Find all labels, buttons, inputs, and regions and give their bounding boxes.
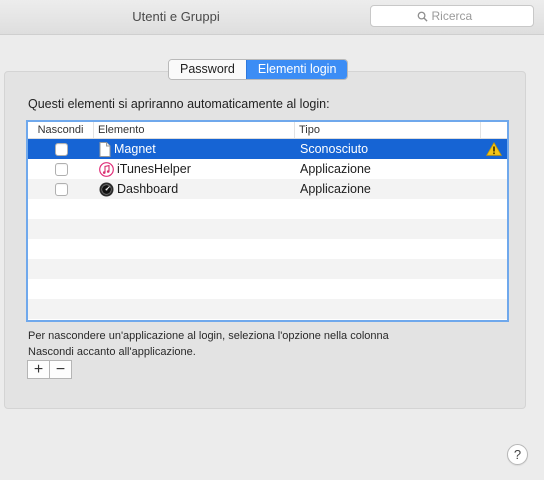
- item-type: Applicazione: [300, 182, 371, 196]
- empty-row: [28, 279, 507, 299]
- empty-row: [28, 199, 507, 219]
- add-remove-control: + −: [27, 360, 72, 379]
- item-name: Magnet: [114, 142, 156, 156]
- document-icon: [99, 141, 111, 157]
- segmented-tabs: Password Elementi login: [168, 59, 349, 80]
- column-header-hide[interactable]: Nascondi: [28, 122, 94, 138]
- help-text-line: Per nascondere un'applicazione al login,…: [28, 330, 389, 342]
- hide-checkbox[interactable]: [54, 142, 68, 156]
- search-field[interactable]: [370, 5, 534, 27]
- itunes-icon: [99, 161, 114, 177]
- table-row[interactable]: Dashboard Applicazione: [28, 179, 507, 199]
- column-header-item[interactable]: Elemento: [94, 122, 295, 138]
- search-icon: [417, 11, 428, 22]
- title-bar: Utenti e Gruppi: [0, 0, 544, 35]
- tab-login-items[interactable]: Elementi login: [245, 60, 348, 79]
- help-text: Per nascondere un'applicazione al login,…: [28, 328, 448, 360]
- tab-password[interactable]: Password: [169, 60, 246, 79]
- item-type: Sconosciuto: [300, 142, 369, 156]
- warning-icon[interactable]: [486, 142, 502, 156]
- dashboard-icon: [99, 182, 114, 196]
- hide-checkbox[interactable]: [54, 162, 68, 176]
- intro-text: Questi elementi si apriranno automaticam…: [28, 97, 330, 111]
- empty-row: [28, 219, 507, 239]
- help-button[interactable]: ?: [507, 444, 528, 465]
- item-name: Dashboard: [117, 182, 179, 196]
- hide-checkbox[interactable]: [54, 182, 68, 196]
- item-name: iTunesHelper: [117, 162, 191, 176]
- remove-button[interactable]: −: [49, 361, 71, 378]
- table-header: Nascondi Elemento Tipo: [28, 122, 507, 139]
- table-row[interactable]: Magnet Sconosciuto: [28, 139, 507, 159]
- add-button[interactable]: +: [28, 361, 49, 378]
- empty-row: [28, 239, 507, 259]
- item-type: Applicazione: [300, 162, 371, 176]
- empty-row: [28, 259, 507, 279]
- table-row[interactable]: iTunesHelper Applicazione: [28, 159, 507, 179]
- column-header-status: [481, 122, 507, 138]
- column-header-type[interactable]: Tipo: [295, 122, 481, 138]
- help-text-line: Nascondi accanto all'applicazione.: [28, 346, 196, 358]
- window-title: Utenti e Gruppi: [132, 9, 220, 24]
- login-items-table[interactable]: Nascondi Elemento Tipo Magnet Sconosciut…: [26, 120, 509, 322]
- empty-row: [28, 299, 507, 319]
- search-input[interactable]: [431, 9, 488, 23]
